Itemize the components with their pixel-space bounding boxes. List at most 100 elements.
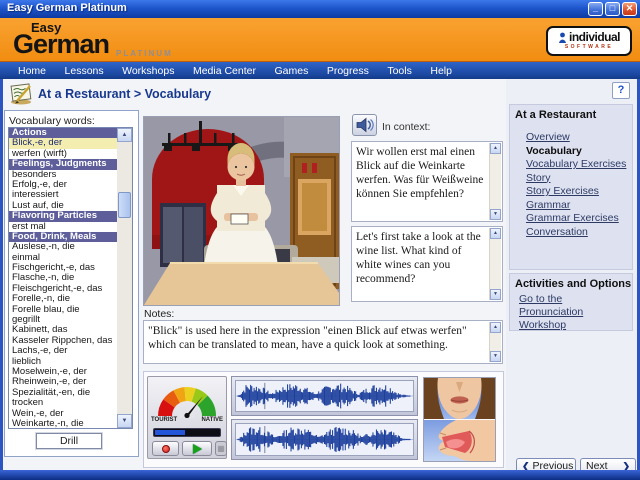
german-scrollbar[interactable]: ▲ ▼ <box>489 143 501 220</box>
activities-title: Activities and Options <box>515 278 632 290</box>
vocab-item[interactable]: Erfolg,-e, der <box>9 180 117 190</box>
vocab-item[interactable]: Forelle,-n, die <box>9 294 117 304</box>
options-button[interactable]: ▦ <box>215 441 227 456</box>
scroll-down-icon[interactable]: ▼ <box>117 414 132 428</box>
activities-link[interactable]: Go to the Pronunciation Workshop <box>519 293 629 332</box>
sidebar-link-vocabulary-exercises[interactable]: Vocabulary Exercises <box>526 158 626 172</box>
window-title: Easy German Platinum <box>7 2 127 14</box>
nav-item-tools[interactable]: Tools <box>387 65 412 77</box>
scroll-up-icon[interactable]: ▲ <box>490 143 501 154</box>
nav-item-lessons[interactable]: Lessons <box>65 65 104 77</box>
vocab-item[interactable]: Rheinwein,-e, der <box>9 377 117 387</box>
minimize-button[interactable]: _ <box>588 2 603 16</box>
context-label: In context: <box>382 121 431 133</box>
window-controls: _ □ ✕ <box>588 2 637 16</box>
nav-item-help[interactable]: Help <box>430 65 452 77</box>
vocab-item[interactable]: Kabinett, das <box>9 325 117 335</box>
nav-item-home[interactable]: Home <box>18 65 46 77</box>
context-german-box[interactable]: Wir wollen erst mal einen Blick auf die … <box>351 141 503 222</box>
scroll-up-icon[interactable]: ▲ <box>490 228 501 239</box>
vocab-item[interactable]: Fleischgericht,-e, das <box>9 284 117 294</box>
publisher-subtitle: SOFTWARE <box>564 44 614 50</box>
vocab-item[interactable]: Flasche,-n, die <box>9 273 117 283</box>
publisher-person-icon <box>558 32 566 43</box>
user-waveform-graph <box>236 425 413 454</box>
notes-box[interactable]: "Blick" is used here in the expression "… <box>143 320 503 364</box>
vocab-item[interactable]: lieblich <box>9 357 117 367</box>
scroll-thumb[interactable] <box>118 192 131 218</box>
vocab-item[interactable]: Weinkarte,-n, die <box>9 419 117 428</box>
vocab-item[interactable]: Spezialität,-en, die <box>9 388 117 398</box>
nav-item-progress[interactable]: Progress <box>327 65 369 77</box>
vocab-item[interactable]: besonders <box>9 170 117 180</box>
sidebar-link-overview[interactable]: Overview <box>526 131 626 145</box>
easy-german-logo: German <box>13 29 110 59</box>
scroll-up-icon[interactable]: ▲ <box>490 322 501 333</box>
tourist-label: TOURIST <box>151 417 178 423</box>
app-header: Easy German PLATINUM individual SOFTWARE <box>0 18 640 62</box>
scroll-down-icon[interactable]: ▼ <box>490 209 501 220</box>
speaker-icon <box>356 117 374 133</box>
record-icon <box>161 444 170 453</box>
scroll-down-icon[interactable]: ▼ <box>490 289 501 300</box>
scroll-down-icon[interactable]: ▼ <box>490 351 501 362</box>
help-button[interactable]: ? <box>612 82 630 99</box>
vocab-item[interactable]: gegrillt <box>9 315 117 325</box>
app-window: Easy German Platinum _ □ ✕ Easy German P… <box>0 0 640 480</box>
vocab-item[interactable]: Forelle blau, die <box>9 305 117 315</box>
vocab-item[interactable]: erst mal <box>9 222 117 232</box>
video-player[interactable] <box>143 116 344 306</box>
context-audio-button[interactable] <box>352 114 377 136</box>
lesson-menu: At a Restaurant Overview Vocabulary Vocabu… <box>509 104 633 270</box>
vocab-item[interactable]: Wein,-e, der <box>9 409 117 419</box>
nav-item-media-center[interactable]: Media Center <box>193 65 256 77</box>
vocab-item[interactable]: Kasseler Rippchen, das <box>9 336 117 346</box>
vocab-item[interactable]: Lust auf, die <box>9 201 117 211</box>
vocab-item[interactable]: Moselwein,-e, der <box>9 367 117 377</box>
native-waveform-graph <box>236 382 413 410</box>
activities-box: Activities and Options Go to the Pronunc… <box>509 273 633 331</box>
context-english-box[interactable]: Let's first take a look at the wine list… <box>351 226 503 302</box>
vocab-category-header: Food, Drink, Meals <box>9 231 117 243</box>
vocab-category-header: Flavoring Particles <box>9 211 117 222</box>
play-button[interactable] <box>182 441 212 456</box>
notes-scrollbar[interactable]: ▲ ▼ <box>489 322 501 362</box>
nav-item-workshops[interactable]: Workshops <box>122 65 174 77</box>
waveform-native <box>231 376 418 416</box>
notes-text: "Blick" is used here in the expression "… <box>148 325 467 351</box>
vocab-scrollbar[interactable]: ▲ ▼ <box>117 128 132 428</box>
logo-platinum: PLATINUM <box>116 49 173 58</box>
record-button[interactable] <box>152 441 179 456</box>
sidebar-link-grammar[interactable]: Grammar <box>526 199 626 213</box>
drill-button[interactable]: Drill <box>35 432 103 450</box>
nav-item-games[interactable]: Games <box>274 65 308 77</box>
sidebar-link-conversation[interactable]: Conversation <box>526 226 626 240</box>
lesson-links: Overview Vocabulary Vocabulary Exercises St… <box>526 131 626 239</box>
vocab-listbox: Actions Blick,-e, der werfen (wirft) Feelin… <box>8 127 133 429</box>
vocab-item[interactable]: Blick,-e, der <box>9 138 117 149</box>
vocab-item[interactable]: Fischgericht,-e, das <box>9 263 117 273</box>
sidebar-link-story-exercises[interactable]: Story Exercises <box>526 185 626 199</box>
publisher-logo: individual SOFTWARE <box>546 26 632 56</box>
vocab-item[interactable]: einmal <box>9 253 117 263</box>
window-frame-left <box>0 79 3 470</box>
english-scrollbar[interactable]: ▲ ▼ <box>489 228 501 300</box>
vocab-item[interactable]: interessiert <box>9 190 117 200</box>
scroll-up-icon[interactable]: ▲ <box>117 128 132 142</box>
waveform-user <box>231 419 418 460</box>
nav-bar: Home Lessons Workshops Media Center Games Pro… <box>0 65 452 77</box>
pronunciation-gauge-panel: TOURIST NATIVE ▦ <box>147 376 227 459</box>
vocab-category-header: Actions <box>9 128 117 139</box>
sidebar-link-grammar-exercises[interactable]: Grammar Exercises <box>526 212 626 226</box>
mouth-diagram <box>423 377 496 462</box>
video-still <box>144 117 344 305</box>
sidebar-link-vocabulary[interactable]: Vocabulary <box>526 145 626 159</box>
close-button[interactable]: ✕ <box>622 2 637 16</box>
vocab-item[interactable]: werfen (wirft) <box>9 149 117 159</box>
maximize-button[interactable]: □ <box>605 2 620 16</box>
sidebar-link-story[interactable]: Story <box>526 172 626 186</box>
vocab-item[interactable]: Auslese,-n, die <box>9 242 117 252</box>
vocab-item[interactable]: trocken <box>9 398 117 408</box>
vocab-item[interactable]: Lachs,-e, der <box>9 346 117 356</box>
vocab-list: Actions Blick,-e, der werfen (wirft) Feelin… <box>9 128 117 428</box>
